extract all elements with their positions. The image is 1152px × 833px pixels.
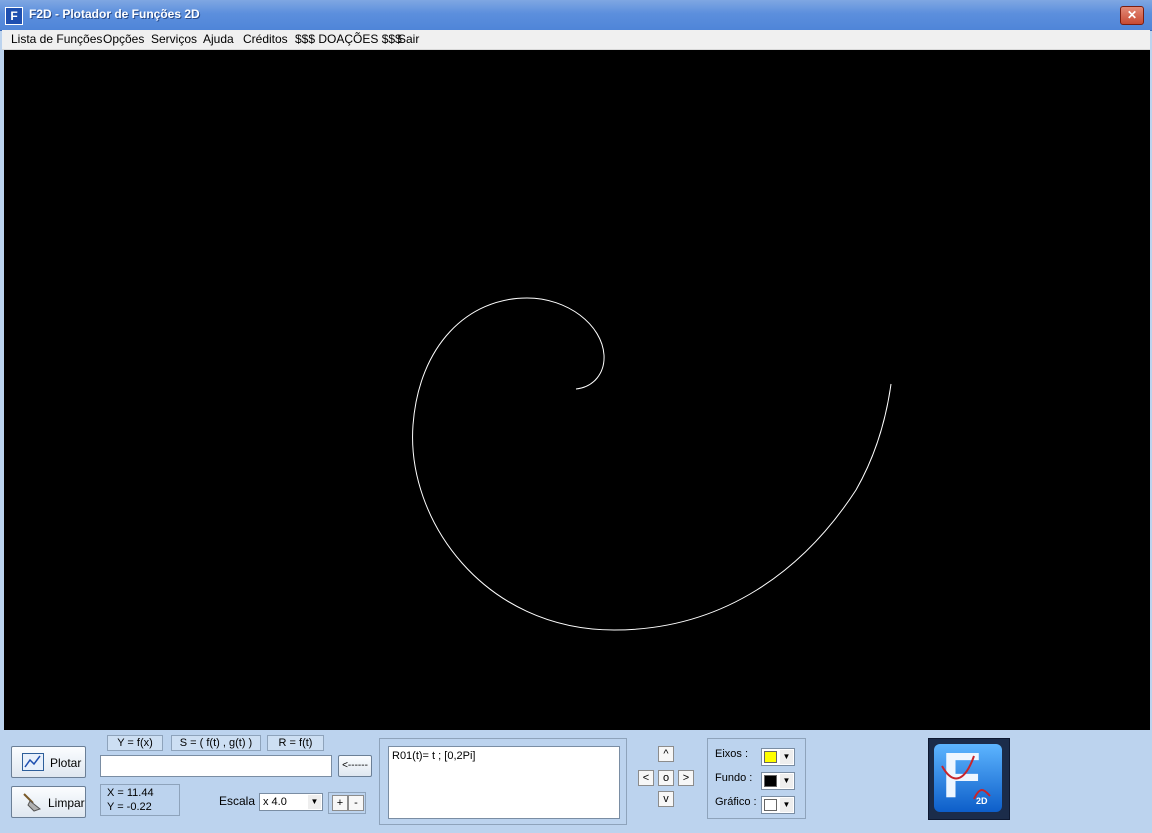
app-logo: F 2D	[928, 738, 1010, 820]
plot-button-label: Plotar	[50, 756, 82, 770]
background-color-swatch	[764, 775, 777, 787]
color-settings: Eixos : ▼ Fundo : ▼ Gráfico : ▼	[707, 738, 806, 819]
menu-opcoes[interactable]: Opções	[103, 32, 144, 46]
function-list-frame: R01(t)= t ; [0,2Pi]	[379, 738, 627, 825]
chart-icon	[22, 753, 44, 771]
zoom-group: + -	[328, 792, 366, 814]
pan-down-button[interactable]: v	[658, 791, 674, 807]
scale-label: Escala :	[219, 794, 262, 808]
axes-color-swatch	[764, 751, 777, 763]
chevron-down-icon: ▼	[308, 795, 321, 809]
scale-value: x 4.0	[263, 796, 287, 808]
function-list-item[interactable]: R01(t)= t ; [0,2Pi]	[392, 750, 475, 762]
coord-x: X = 11.44	[107, 787, 154, 799]
plot-svg	[412, 297, 892, 631]
plot-canvas[interactable]	[4, 50, 1150, 730]
tab-polar[interactable]: R = f(t)	[267, 735, 324, 751]
menu-bar: Lista de Funções Opções Serviços Ajuda C…	[2, 30, 1150, 50]
window-title: F2D - Plotador de Funções 2D	[29, 7, 200, 21]
chevron-down-icon: ▼	[780, 774, 793, 788]
background-color-label: Fundo :	[715, 772, 753, 784]
insert-function-button[interactable]: <------	[338, 755, 372, 777]
axes-color-picker[interactable]: ▼	[761, 748, 795, 766]
menu-sair[interactable]: Sair	[398, 32, 419, 46]
menu-servicos[interactable]: Serviços	[151, 32, 197, 46]
background-color-picker[interactable]: ▼	[761, 772, 795, 790]
pan-left-button[interactable]: <	[638, 770, 654, 786]
plotted-curve	[412, 297, 892, 631]
title-bar: F F2D - Plotador de Funções 2D ✕	[0, 0, 1152, 31]
broom-icon	[23, 793, 42, 812]
scale-select[interactable]: x 4.0 ▼	[259, 793, 323, 811]
tab-parametric[interactable]: S = ( f(t) , g(t) )	[171, 735, 261, 751]
graph-color-picker[interactable]: ▼	[761, 796, 795, 814]
menu-lista-de-funcoes[interactable]: Lista de Funções	[11, 32, 102, 46]
tab-y-fx[interactable]: Y = f(x)	[107, 735, 163, 751]
pan-right-button[interactable]: >	[678, 770, 694, 786]
function-input[interactable]	[100, 755, 332, 777]
control-panel: Plotar Limpar Y = f(x) S = ( f(t) , g(t)…	[4, 731, 1150, 831]
function-list[interactable]: R01(t)= t ; [0,2Pi]	[388, 746, 620, 819]
axes-color-label: Eixos :	[715, 748, 749, 760]
coord-y: Y = -0.22	[107, 801, 152, 813]
graph-color-label: Gráfico :	[715, 796, 757, 808]
clear-button-label: Limpar	[48, 796, 85, 810]
menu-creditos[interactable]: Créditos	[243, 32, 288, 46]
chevron-down-icon: ▼	[780, 798, 793, 812]
logo-badge: 2D	[976, 796, 988, 806]
center-button[interactable]: o	[658, 770, 674, 786]
zoom-out-button[interactable]: -	[348, 795, 364, 811]
close-button[interactable]: ✕	[1120, 6, 1144, 25]
menu-doacoes[interactable]: $$$ DOAÇÕES $$$	[295, 32, 402, 46]
graph-color-swatch	[764, 799, 777, 811]
plot-button[interactable]: Plotar	[11, 746, 86, 778]
clear-button[interactable]: Limpar	[11, 786, 86, 818]
menu-ajuda[interactable]: Ajuda	[203, 32, 234, 46]
zoom-in-button[interactable]: +	[332, 795, 348, 811]
app-icon: F	[5, 7, 23, 25]
logo-curve-icon	[941, 755, 991, 800]
logo-tile: F 2D	[934, 739, 1002, 812]
pan-up-button[interactable]: ^	[658, 746, 674, 762]
coords-readout: X = 11.44 Y = -0.22	[100, 784, 180, 816]
chevron-down-icon: ▼	[780, 750, 793, 764]
